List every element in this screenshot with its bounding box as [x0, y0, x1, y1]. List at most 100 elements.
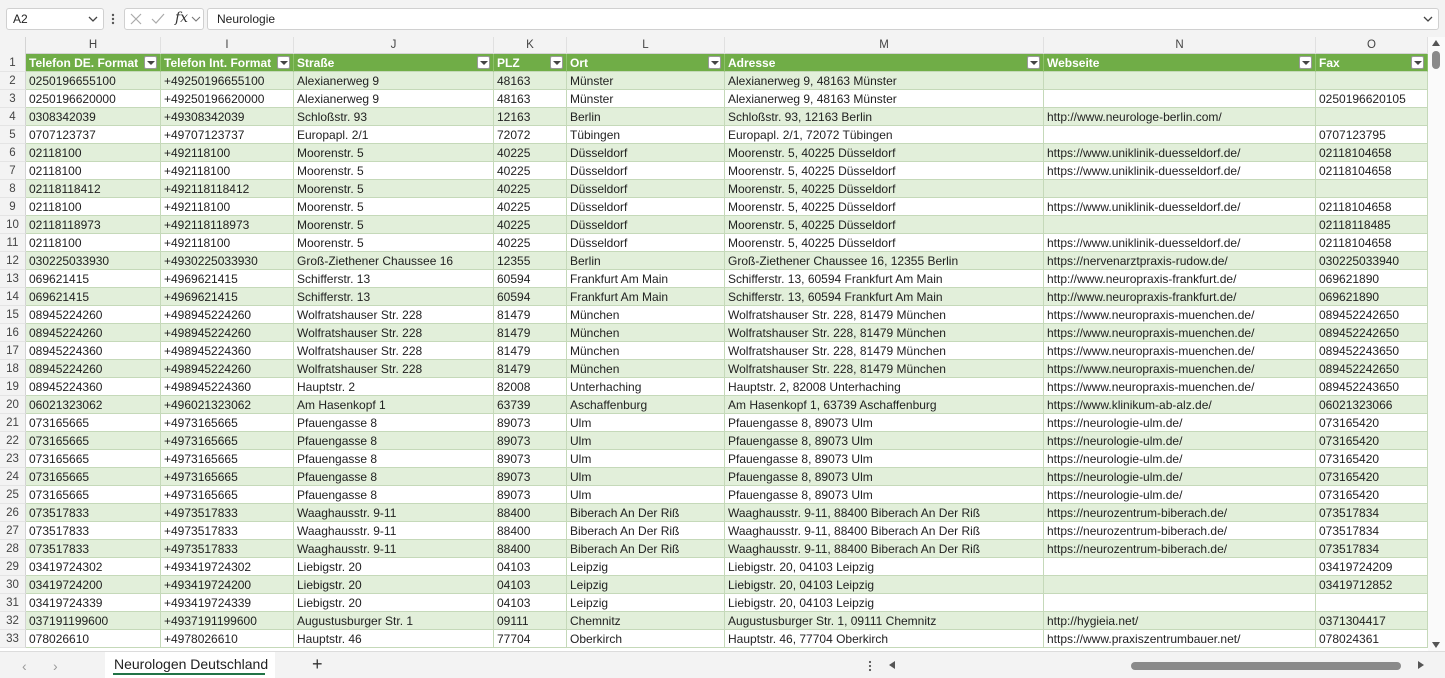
table-cell[interactable]: 72072	[494, 126, 567, 144]
table-cell[interactable]: 073165420	[1316, 432, 1428, 450]
table-cell[interactable]: Alexianerweg 9, 48163 Münster	[725, 72, 1044, 90]
scroll-right-icon[interactable]	[1418, 661, 1424, 669]
table-cell[interactable]: +4969621415	[161, 270, 294, 288]
table-cell[interactable]: 030225033930	[26, 252, 161, 270]
table-cell[interactable]: Waaghausstr. 9-11	[294, 522, 494, 540]
table-cell[interactable]: 04103	[494, 576, 567, 594]
filter-dropdown-icon[interactable]	[1299, 56, 1312, 69]
table-cell[interactable]: 60594	[494, 288, 567, 306]
table-cell[interactable]: 073165420	[1316, 414, 1428, 432]
row-header[interactable]: 12	[0, 252, 26, 270]
table-cell[interactable]: +492118100	[161, 162, 294, 180]
row-header[interactable]: 24	[0, 468, 26, 486]
table-cell[interactable]: Waaghausstr. 9-11	[294, 540, 494, 558]
table-cell[interactable]: https://nervenarztpraxis-rudow.de/	[1044, 252, 1316, 270]
row-header[interactable]: 18	[0, 360, 26, 378]
more-vertical-icon[interactable]	[108, 9, 118, 29]
table-cell[interactable]: Pfauengasse 8, 89073 Ulm	[725, 468, 1044, 486]
table-cell[interactable]: https://neurozentrum-biberach.de/	[1044, 540, 1316, 558]
row-header[interactable]: 23	[0, 450, 26, 468]
header-cell[interactable]: Telefon Int. Format	[161, 54, 294, 72]
table-cell[interactable]: https://www.uniklinik-duesseldorf.de/	[1044, 234, 1316, 252]
table-cell[interactable]: 02118104658	[1316, 162, 1428, 180]
table-cell[interactable]: 073165420	[1316, 468, 1428, 486]
table-cell[interactable]: 073165665	[26, 486, 161, 504]
select-all-corner[interactable]	[0, 37, 26, 54]
table-cell[interactable]: Moorenstr. 5, 40225 Düsseldorf	[725, 216, 1044, 234]
table-cell[interactable]: 03419724302	[26, 558, 161, 576]
row-header[interactable]: 22	[0, 432, 26, 450]
table-cell[interactable]: Wolfratshauser Str. 228, 81479 München	[725, 306, 1044, 324]
filter-dropdown-icon[interactable]	[550, 56, 563, 69]
header-cell[interactable]: Straße	[294, 54, 494, 72]
row-header[interactable]: 6	[0, 144, 26, 162]
table-cell[interactable]: 02118100	[26, 144, 161, 162]
table-cell[interactable]: 0308342039	[26, 108, 161, 126]
table-cell[interactable]: Aschaffenburg	[567, 396, 725, 414]
table-cell[interactable]: Ulm	[567, 450, 725, 468]
table-cell[interactable]: München	[567, 342, 725, 360]
table-cell[interactable]: 88400	[494, 504, 567, 522]
table-cell[interactable]: +493419724302	[161, 558, 294, 576]
table-cell[interactable]	[1044, 126, 1316, 144]
table-cell[interactable]: https://www.uniklinik-duesseldorf.de/	[1044, 144, 1316, 162]
column-header-j[interactable]: J	[294, 37, 494, 54]
table-cell[interactable]: Wolfratshauser Str. 228	[294, 360, 494, 378]
table-cell[interactable]: https://www.neuropraxis-muenchen.de/	[1044, 306, 1316, 324]
table-cell[interactable]: 06021323062	[26, 396, 161, 414]
table-cell[interactable]: +4973165665	[161, 468, 294, 486]
table-cell[interactable]: https://neurozentrum-biberach.de/	[1044, 522, 1316, 540]
vertical-scrollbar[interactable]	[1428, 37, 1445, 651]
table-cell[interactable]: 069621415	[26, 270, 161, 288]
table-cell[interactable]: 0371304417	[1316, 612, 1428, 630]
table-cell[interactable]: 04103	[494, 558, 567, 576]
table-cell[interactable]: +492118100	[161, 198, 294, 216]
table-cell[interactable]: 60594	[494, 270, 567, 288]
table-cell[interactable]: https://www.neuropraxis-muenchen.de/	[1044, 342, 1316, 360]
table-cell[interactable]: Düsseldorf	[567, 198, 725, 216]
table-cell[interactable]: 073517834	[1316, 522, 1428, 540]
table-cell[interactable]: 073165665	[26, 450, 161, 468]
horizontal-scroll-thumb[interactable]	[1131, 662, 1401, 670]
table-cell[interactable]: Wolfratshauser Str. 228, 81479 München	[725, 342, 1044, 360]
table-cell[interactable]: 12355	[494, 252, 567, 270]
table-cell[interactable]: Pfauengasse 8	[294, 432, 494, 450]
table-cell[interactable]: +496021323062	[161, 396, 294, 414]
column-header-l[interactable]: L	[567, 37, 725, 54]
table-cell[interactable]: Groß-Ziethener Chaussee 16, 12355 Berlin	[725, 252, 1044, 270]
table-cell[interactable]	[1316, 180, 1428, 198]
row-header[interactable]: 15	[0, 306, 26, 324]
table-cell[interactable]: 81479	[494, 360, 567, 378]
table-cell[interactable]: Schifferstr. 13	[294, 270, 494, 288]
table-cell[interactable]: 89073	[494, 432, 567, 450]
table-cell[interactable]: +4973165665	[161, 414, 294, 432]
table-cell[interactable]: https://neurologie-ulm.de/	[1044, 450, 1316, 468]
header-cell[interactable]: Adresse	[725, 54, 1044, 72]
table-cell[interactable]: 08945224260	[26, 360, 161, 378]
table-cell[interactable]: 08945224260	[26, 324, 161, 342]
table-cell[interactable]: Moorenstr. 5	[294, 234, 494, 252]
table-cell[interactable]: https://neurologie-ulm.de/	[1044, 468, 1316, 486]
table-cell[interactable]: +4973517833	[161, 504, 294, 522]
table-cell[interactable]	[1044, 594, 1316, 612]
table-cell[interactable]: 078024361	[1316, 630, 1428, 648]
table-cell[interactable]: https://neurologie-ulm.de/	[1044, 414, 1316, 432]
table-cell[interactable]: Moorenstr. 5	[294, 216, 494, 234]
table-cell[interactable]: Moorenstr. 5, 40225 Düsseldorf	[725, 234, 1044, 252]
table-cell[interactable]: +492118100	[161, 234, 294, 252]
table-cell[interactable]: 03419712852	[1316, 576, 1428, 594]
table-cell[interactable]: 06021323066	[1316, 396, 1428, 414]
table-cell[interactable]: Liebigstr. 20	[294, 558, 494, 576]
table-cell[interactable]: 08945224260	[26, 306, 161, 324]
row-header[interactable]: 21	[0, 414, 26, 432]
table-cell[interactable]: Pfauengasse 8	[294, 450, 494, 468]
table-cell[interactable]: 089452242650	[1316, 306, 1428, 324]
table-cell[interactable]: 04103	[494, 594, 567, 612]
table-cell[interactable]: Münster	[567, 90, 725, 108]
table-cell[interactable]: 89073	[494, 468, 567, 486]
table-cell[interactable]: 089452243650	[1316, 342, 1428, 360]
scroll-down-icon[interactable]	[1432, 642, 1440, 648]
table-cell[interactable]: Schifferstr. 13	[294, 288, 494, 306]
table-cell[interactable]: Augustusburger Str. 1, 09111 Chemnitz	[725, 612, 1044, 630]
table-cell[interactable]: Waaghausstr. 9-11	[294, 504, 494, 522]
